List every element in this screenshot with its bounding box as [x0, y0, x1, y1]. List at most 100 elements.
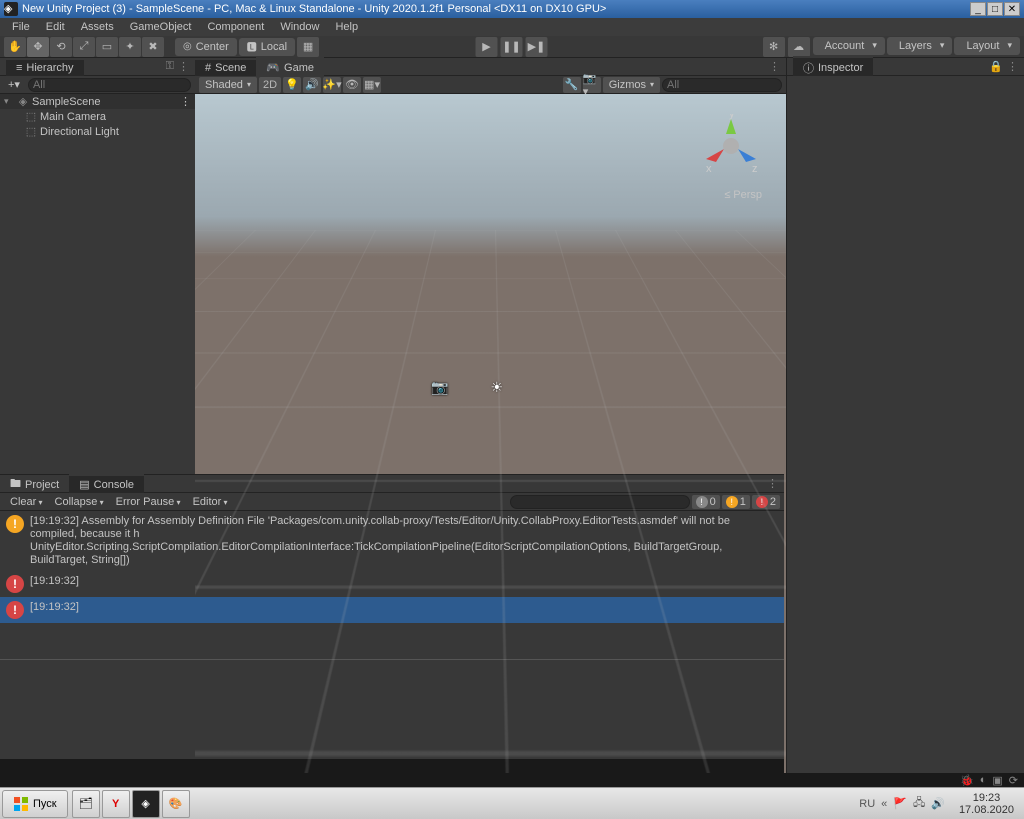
windows-logo-icon	[13, 796, 29, 812]
console-toolbar: Clear Collapse Error Pause Editor !0 !1 …	[0, 493, 784, 511]
info-filter-badge[interactable]: !0	[692, 495, 720, 509]
scene-menu-icon[interactable]: ⋮	[180, 95, 191, 108]
error-filter-badge[interactable]: !2	[752, 495, 780, 509]
cube-icon: ⬚	[24, 125, 38, 138]
warn-icon: !	[6, 515, 24, 533]
progress-icon[interactable]: ◐	[980, 774, 987, 786]
log-row-error-selected[interactable]: ! [19:19:32]	[0, 597, 784, 623]
task-explorer[interactable]: 🗂	[72, 790, 100, 818]
hidden-toggle[interactable]: 👁	[343, 77, 361, 93]
lighting-toggle[interactable]: 💡	[283, 77, 301, 93]
inspector-lock-icon[interactable]: 🔒	[989, 60, 1003, 73]
task-unity[interactable]: ◈	[132, 790, 160, 818]
tools-dropdown[interactable]: 🔧	[563, 77, 581, 93]
log-row-warn[interactable]: ! [19:19:32] Assembly for Assembly Defin…	[0, 511, 784, 571]
pause-button[interactable]: ❚❚	[501, 37, 523, 57]
tray-network-icon[interactable]: 🖧	[913, 794, 925, 813]
taskbar-clock[interactable]: 19:23 17.08.2020	[951, 792, 1022, 816]
minimize-button[interactable]: _	[970, 2, 986, 16]
game-view-icon: 🎮	[266, 61, 280, 74]
axis-z-label: z	[752, 163, 758, 175]
move-tool-button[interactable]: ✥	[27, 37, 49, 57]
lang-indicator[interactable]: RU	[859, 798, 875, 810]
scene-panel-menu-icon[interactable]: ⋮	[769, 60, 780, 73]
tab-game[interactable]: 🎮 Game	[256, 57, 324, 76]
create-dropdown-button[interactable]: +▾	[4, 78, 24, 91]
menu-assets[interactable]: Assets	[73, 19, 122, 35]
tray-expand-icon[interactable]: «	[881, 798, 887, 810]
console-panel-menu-icon[interactable]: ⋮	[767, 477, 778, 490]
hierarchy-search-input[interactable]	[28, 78, 191, 92]
main-menubar: File Edit Assets GameObject Component Wi…	[0, 18, 1024, 36]
start-button[interactable]: Пуск	[2, 790, 68, 818]
2d-toggle[interactable]: 2D	[259, 77, 281, 93]
menu-component[interactable]: Component	[199, 19, 272, 35]
pivot-center-toggle[interactable]: ◎Center	[175, 38, 237, 56]
play-button[interactable]: ▶	[476, 37, 498, 57]
camera-dropdown[interactable]: 📷▾	[583, 77, 601, 93]
custom-tool-button[interactable]: ✖	[142, 37, 164, 57]
tray-volume-icon[interactable]: 🔊	[931, 797, 945, 810]
cloud-button[interactable]: ☁	[788, 37, 810, 57]
scale-tool-button[interactable]: ⤢	[73, 37, 95, 57]
clear-button[interactable]: Clear	[4, 494, 49, 510]
gameobject-item-camera[interactable]: ⬚ Main Camera	[20, 109, 195, 124]
tab-console[interactable]: ▤ Console	[69, 474, 144, 493]
system-tray: RU « 🚩 🖧 🔊	[853, 794, 951, 813]
transform-tool-button[interactable]: ✦	[119, 37, 141, 57]
fx-toggle[interactable]: ✨▾	[323, 77, 341, 93]
task-paint[interactable]: 🎨	[162, 790, 190, 818]
scene-search-input[interactable]	[662, 78, 782, 92]
local-global-toggle[interactable]: 🅻Local	[239, 38, 295, 56]
grid-toggle[interactable]: ▦▾	[363, 77, 381, 93]
close-button[interactable]: ✕	[1004, 2, 1020, 16]
audio-toggle[interactable]: 🔊	[303, 77, 321, 93]
gameobject-item-light[interactable]: ⬚ Directional Light	[20, 124, 195, 139]
panel-menu-icon[interactable]: ⋮	[178, 60, 189, 73]
collapse-toggle[interactable]: Collapse	[49, 494, 110, 510]
layers-dropdown[interactable]: Layers	[887, 37, 953, 55]
lock-icon[interactable]: ⚿	[166, 60, 174, 73]
tab-scene[interactable]: # Scene	[195, 58, 256, 76]
inspector-tab[interactable]: ⓘ Inspector	[793, 56, 873, 78]
menu-gameobject[interactable]: GameObject	[122, 19, 200, 35]
menu-edit[interactable]: Edit	[38, 19, 73, 35]
hand-tool-button[interactable]: ✋	[4, 37, 26, 57]
tray-flag-icon[interactable]: 🚩	[893, 797, 907, 810]
debug-icon[interactable]: 🐞	[960, 774, 974, 787]
snap-toggle[interactable]: ▦	[297, 37, 319, 57]
rect-tool-button[interactable]: ▭	[96, 37, 118, 57]
hierarchy-tab[interactable]: ≡ Hierarchy	[6, 58, 84, 76]
error-pause-toggle[interactable]: Error Pause	[110, 494, 187, 510]
shading-mode-dropdown[interactable]: Shaded	[199, 77, 257, 93]
gizmos-dropdown[interactable]: Gizmos	[603, 77, 660, 93]
scene-root-item[interactable]: ▾ ◈ SampleScene ⋮	[0, 94, 195, 109]
task-yandex[interactable]: Y	[102, 790, 130, 818]
step-button[interactable]: ▶❚	[526, 37, 548, 57]
warn-icon: !	[726, 496, 738, 508]
log-row-error[interactable]: ! [19:19:32]	[0, 571, 784, 597]
window-title: New Unity Project (3) - SampleScene - PC…	[22, 3, 970, 15]
layers-icon[interactable]: ▣	[992, 774, 1002, 787]
projection-label[interactable]: ≤ Persp	[724, 189, 762, 201]
expand-arrow-icon[interactable]: ▾	[4, 96, 16, 107]
refresh-icon[interactable]: ⟳	[1009, 774, 1018, 787]
camera-gizmo-icon[interactable]: 📷	[431, 379, 448, 396]
folder-icon: 🖿	[10, 475, 21, 494]
orientation-gizmo[interactable]: x y z	[696, 114, 766, 184]
menu-help[interactable]: Help	[327, 19, 366, 35]
menu-file[interactable]: File	[4, 19, 38, 35]
collab-button[interactable]: ✻	[763, 37, 785, 57]
inspector-menu-icon[interactable]: ⋮	[1007, 60, 1018, 73]
menu-window[interactable]: Window	[272, 19, 327, 35]
layout-dropdown[interactable]: Layout	[954, 37, 1020, 55]
dark-separator	[0, 759, 784, 773]
warn-filter-badge[interactable]: !1	[722, 495, 750, 509]
console-search-input[interactable]	[510, 495, 690, 509]
account-dropdown[interactable]: Account	[813, 37, 885, 55]
maximize-button[interactable]: □	[987, 2, 1003, 16]
editor-dropdown[interactable]: Editor	[187, 494, 234, 510]
rotate-tool-button[interactable]: ⟲	[50, 37, 72, 57]
light-gizmo-icon[interactable]: ☀	[491, 379, 504, 396]
hierarchy-toolbar: +▾	[0, 76, 195, 94]
